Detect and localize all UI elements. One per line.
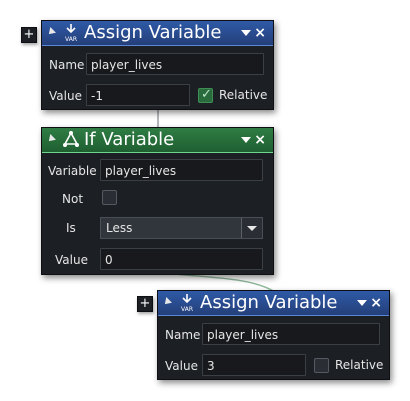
svg-text:VAR: VAR [181,306,193,313]
chevron-down-icon [247,226,257,231]
name-field[interactable]: player_lives [86,53,264,75]
svg-text:VAR: VAR [65,36,77,43]
value-label: Value [165,359,198,373]
collapse-triangle-icon[interactable] [46,134,56,144]
close-icon[interactable]: × [254,130,266,150]
add-action-button[interactable]: + [21,27,37,43]
block-header[interactable]: VAR Assign Variable × [42,21,273,46]
assign-variable-block: VAR Assign Variable × Name player_lives … [157,290,390,380]
close-icon[interactable]: × [370,293,382,313]
close-icon[interactable]: × [254,23,266,43]
block-title: Assign Variable [84,22,222,43]
chevron-down-icon[interactable] [241,30,251,36]
relative-label: Relative [219,88,268,102]
if-branch-icon [63,131,79,147]
not-label: Not [62,192,84,206]
name-field[interactable]: player_lives [202,323,380,345]
name-label: Name [49,58,85,72]
collapse-triangle-icon[interactable] [162,297,172,307]
variable-field[interactable]: player_lives [100,159,263,181]
is-label: Is [66,221,76,235]
relative-checkbox[interactable]: ✓ [198,87,213,103]
value-label: Value [49,89,82,103]
var-download-icon: VAR [181,294,193,313]
name-label: Name [165,328,201,342]
if-variable-block: If Variable × Variable player_lives Not … [41,127,274,275]
variable-label: Variable [48,164,97,178]
relative-label: Relative [335,358,384,372]
chevron-down-icon[interactable] [357,300,367,306]
dropdown-button[interactable] [241,218,262,238]
not-checkbox[interactable] [102,190,117,205]
assign-variable-block: VAR Assign Variable × Name player_lives … [41,20,274,110]
comparison-selected-value: Less [106,221,133,235]
value-label: Value [55,253,88,267]
comparison-select[interactable]: Less [100,217,263,239]
var-download-icon: VAR [65,24,77,43]
block-header[interactable]: VAR Assign Variable × [158,291,389,316]
add-action-button[interactable]: + [137,296,153,312]
block-title: If Variable [84,129,175,150]
value-field[interactable]: 3 [202,354,306,376]
collapse-triangle-icon[interactable] [46,27,56,37]
chevron-down-icon[interactable] [241,137,251,143]
value-field[interactable]: -1 [86,84,190,106]
relative-checkbox[interactable] [314,358,329,373]
block-title: Assign Variable [200,292,338,313]
value-field[interactable]: 0 [100,248,263,270]
block-header[interactable]: If Variable × [42,128,273,153]
